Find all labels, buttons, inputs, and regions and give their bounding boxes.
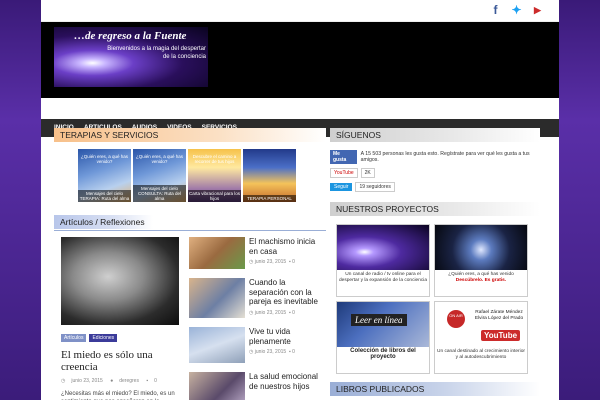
right-sidebar: SÍGUENOS Me gusta A 15 503 personas les … (330, 128, 540, 396)
proyecto-highlight: Descúbrelo. Es gratis. (455, 277, 507, 283)
proyecto-quien-eres[interactable]: ¿Quién eres, a qué has venido Descúbrelo… (434, 224, 528, 297)
article-date[interactable]: junio 23, 2015 (255, 259, 286, 265)
article-title[interactable]: El machismo inicia en casa (249, 237, 326, 256)
list-item: Cuando la separación con la pareja es in… (189, 278, 326, 318)
site-logo-banner[interactable]: …de regreso a la Fuente Bienvenidos a la… (54, 27, 208, 87)
youtube-logo-icon: YouTube (481, 330, 521, 341)
siguenos-heading: SÍGUENOS (330, 128, 540, 142)
facebook-like-button[interactable]: Me gusta (330, 150, 357, 164)
featured-tags: Artículos Ediciones (61, 334, 189, 342)
featured-excerpt: ¿Necesitas más el miedo? El miedo, es un… (61, 391, 175, 400)
consulta-card[interactable]: ¿Quién eres, a qué has venido? Mensajes … (133, 149, 186, 202)
carta-hijos-card-caption: Carta vibracional para los hijos (188, 190, 241, 202)
list-item: Vive tu vida plenamente ◷ junio 23, 2015… (189, 327, 326, 363)
terapia-card-top: ¿Quién eres, a qué has venido? (80, 154, 129, 164)
list-item: La salud emocional de nuestros hijos (189, 372, 326, 400)
featured-author[interactable]: deregres (119, 378, 139, 384)
proyecto-caption: Un canal de radio / tv online para el de… (339, 272, 427, 283)
libros-heading: LIBROS PUBLICADOS (330, 382, 540, 396)
twitter-widget: Seguir 19 seguidores (330, 182, 540, 192)
proyectos-grid: Un canal de radio / tv online para el de… (336, 224, 540, 374)
twitter-follow-button[interactable]: Seguir (330, 183, 353, 191)
consulta-card-caption: Mensajes del cielo CONSULTA: Ruta del al… (133, 185, 186, 202)
article-thumbnail[interactable] (189, 372, 245, 400)
left-column: TERAPIAS Y SERVICIOS ¿Quién eres, a qué … (54, 128, 326, 400)
terapias-heading: TERAPIAS Y SERVICIOS (54, 128, 326, 142)
article-title[interactable]: La salud emocional de nuestros hijos (249, 372, 326, 391)
proyecto-caption: ¿Quién eres, a qué has venido Descúbrelo… (448, 272, 514, 283)
featured-date[interactable]: junio 23, 2015 (71, 378, 102, 384)
proyecto-on-air[interactable]: ON AIR Rafael Zárate Méndez Elvira López… (434, 301, 528, 374)
proyecto-caption: Colección de libros del proyecto (350, 348, 416, 360)
articulos-heading-wrap: Artículos / Reflexiones (54, 212, 326, 231)
article-title[interactable]: Cuando la separación con la pareja es in… (249, 278, 326, 307)
youtube-count: 2K (360, 168, 375, 178)
terapias-cards: ¿Quién eres, a qué has venido? Mensajes … (78, 149, 326, 202)
article-comments[interactable]: 0 (292, 349, 295, 355)
proyecto-leer-en-linea[interactable]: Leer en línea Colección de libros del pr… (336, 301, 430, 374)
page: f ✦ ▶ …de regreso a la Fuente Bienvenido… (41, 0, 559, 400)
article-list: El machismo inicia en casa ◷ junio 23, 2… (189, 237, 326, 400)
proyectos-heading: NUESTROS PROYECTOS (330, 202, 540, 216)
article-comments[interactable]: 0 (292, 310, 295, 316)
article-comments[interactable]: 0 (292, 259, 295, 265)
article-thumbnail[interactable] (189, 237, 245, 269)
top-bar: f ✦ ▶ (41, 0, 559, 22)
twitter-count: 19 seguidores (355, 182, 395, 192)
proyecto-caption: Un canal destinado al crecimiento interi… (437, 349, 525, 360)
facebook-like-text: A 15 503 personas les gusta esto. Regíst… (360, 151, 530, 163)
site-subtitle: Bienvenidos a la magia del despertar de … (107, 46, 206, 60)
terapia-personal-caption: TERAPIA PERSONAL (243, 195, 296, 202)
site-header: …de regreso a la Fuente Bienvenidos a la… (41, 22, 559, 98)
article-title[interactable]: Vive tu vida plenamente (249, 327, 326, 346)
featured-article-title[interactable]: El miedo es sólo una creencia (61, 349, 189, 373)
twitter-icon[interactable]: ✦ (511, 4, 522, 17)
carta-hijos-card[interactable]: Descubre el camino a recorrer de tus hij… (188, 149, 241, 202)
proyecto-authors: Rafael Zárate Méndez Elvira López del Pr… (474, 310, 524, 321)
calendar-icon: ◷ (61, 378, 66, 384)
article-date[interactable]: junio 23, 2015 (255, 349, 286, 355)
featured-article: Artículos Ediciones El miedo es sólo una… (54, 237, 189, 400)
proyecto-radio-tv[interactable]: Un canal de radio / tv online para el de… (336, 224, 430, 297)
articulos-heading: Artículos / Reflexiones (54, 215, 153, 229)
article-meta: ◷ junio 23, 2015 ▪ 0 (249, 349, 295, 355)
article-meta: ◷ junio 23, 2015 ▪ 0 (249, 259, 295, 265)
tag-ediciones[interactable]: Ediciones (89, 334, 118, 342)
article-meta: ◷ junio 23, 2015 ▪ 0 (249, 309, 295, 316)
site-title: …de regreso a la Fuente (74, 30, 187, 42)
user-icon: ● (110, 378, 114, 384)
terapia-personal-card[interactable]: TERAPIA PERSONAL (243, 149, 296, 202)
on-air-icon: ON AIR (447, 310, 465, 328)
facebook-icon[interactable]: f (490, 4, 501, 17)
facebook-widget: Me gusta A 15 503 personas les gusta est… (330, 150, 540, 192)
list-item: El machismo inicia en casa ◷ junio 23, 2… (189, 237, 326, 269)
tag-articulos[interactable]: Artículos (61, 334, 87, 342)
proyecto-image (435, 225, 527, 270)
featured-article-image[interactable] (61, 237, 179, 325)
youtube-widget: YouTube 2K (330, 168, 540, 178)
article-thumbnail[interactable] (189, 327, 245, 363)
terapia-card[interactable]: ¿Quién eres, a qué has venido? Mensajes … (78, 149, 131, 202)
featured-article-meta: ◷ junio 23, 2015 ● deregres ▪ 0 (61, 378, 189, 384)
consulta-card-top: ¿Quién eres, a qué has venido? (135, 154, 184, 164)
youtube-icon[interactable]: ▶ (532, 4, 543, 17)
carta-hijos-card-top: Descubre el camino a recorrer de tus hij… (192, 154, 237, 164)
article-thumbnail[interactable] (189, 278, 245, 318)
youtube-subscribe-button[interactable]: YouTube (330, 168, 358, 178)
article-date[interactable]: junio 23, 2015 (255, 310, 286, 316)
social-links: f ✦ ▶ (490, 4, 543, 17)
comment-icon: ▪ (146, 378, 149, 384)
leer-en-linea-label: Leer en línea (351, 314, 407, 326)
terapia-card-caption: Mensajes del cielo TERAPIA: Ruta del alm… (78, 190, 131, 202)
proyecto-image (337, 225, 429, 270)
featured-comments[interactable]: 0 (154, 378, 157, 384)
articulos-grid: Artículos Ediciones El miedo es sólo una… (54, 237, 326, 400)
